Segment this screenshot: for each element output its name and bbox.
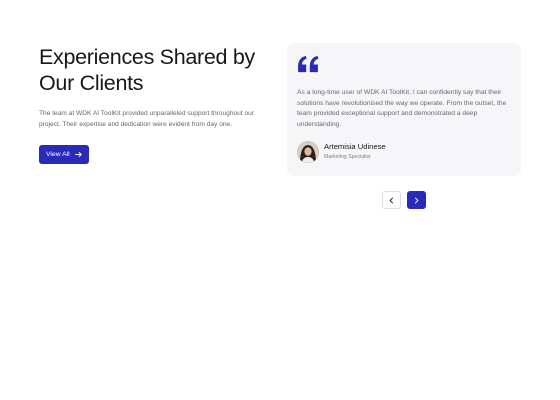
chevron-right-icon [414, 197, 419, 203]
arrow-right-icon [74, 151, 82, 158]
author-role: Marketing Specialist [324, 154, 371, 160]
testimonial-card: As a long-time user of WDK AI ToolKit, I… [287, 43, 521, 176]
view-all-label: View All [46, 151, 70, 158]
testimonial-text: As a long-time user of WDK AI ToolKit, I… [297, 89, 507, 128]
author-name: Artemisia Udinese [324, 142, 386, 151]
view-all-button[interactable]: View All [39, 145, 89, 164]
section-description: The team at WDK AI ToolKit provided unpa… [39, 110, 255, 128]
section-intro: Experiences Shared by Our Clients The te… [39, 44, 274, 164]
quote-icon [298, 55, 319, 73]
testimonial-author: Artemisia Udinese Marketing Specialist [297, 141, 511, 163]
carousel-nav [382, 191, 426, 209]
author-info: Artemisia Udinese Marketing Specialist [324, 142, 386, 162]
avatar [297, 141, 319, 163]
next-button[interactable] [407, 191, 426, 209]
section-title: Experiences Shared by Our Clients [39, 45, 255, 95]
chevron-left-icon [389, 197, 394, 203]
prev-button[interactable] [382, 191, 401, 209]
